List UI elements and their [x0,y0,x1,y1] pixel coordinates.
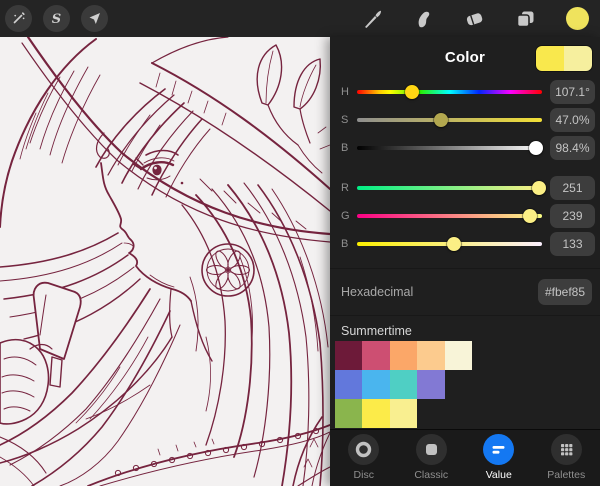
hsb-h-value[interactable]: 107.1° [550,80,595,104]
tab-label: Classic [414,469,448,481]
eraser-icon[interactable] [464,8,485,29]
rgb-r-label: R [341,182,351,194]
hsb-h-slider[interactable] [357,90,542,94]
palette-swatch[interactable] [417,370,444,399]
palette-swatch[interactable] [390,399,417,428]
palette-swatch[interactable] [335,341,362,370]
palette-row [335,341,595,370]
drawing-canvas[interactable] [0,37,330,486]
rgb-b-slider-thumb[interactable] [447,237,461,251]
canvas-artwork [0,37,330,486]
palette-row [335,399,595,428]
smudge-icon[interactable] [413,8,434,29]
current-color-half [564,46,592,71]
palette-swatch[interactable] [362,399,389,428]
tab-classic[interactable]: Classic [398,430,466,486]
brush-icon[interactable] [362,8,383,29]
hexadecimal-value[interactable]: #fbef85 [538,279,592,305]
palette-swatch[interactable] [417,341,444,370]
hsb-b-slider-row: B 98.4% [330,134,600,162]
hsb-b-slider[interactable] [357,146,542,150]
value-icon [483,434,514,465]
hsb-h-label: H [341,86,351,98]
tab-label: Value [486,469,512,481]
transform-arrow-icon [87,11,102,26]
selection-s-icon: S [49,11,64,26]
rgb-r-slider[interactable] [357,186,542,190]
tab-label: Disc [354,469,374,481]
hsb-s-value[interactable]: 47.0% [550,108,595,132]
rgb-b-label: B [341,238,351,250]
tab-disc[interactable]: Disc [330,430,398,486]
tab-label: Palettes [547,469,585,481]
transform-button[interactable] [81,5,108,32]
hsb-h-slider-row: H 107.1° [330,78,600,106]
palette-row [335,370,595,399]
tab-value[interactable]: Value [465,430,533,486]
rgb-b-slider[interactable] [357,242,542,246]
hsb-b-value[interactable]: 98.4% [550,136,595,160]
magic-wand-icon [11,11,26,26]
top-toolbar: S [0,0,600,38]
rgb-g-slider[interactable] [357,214,542,218]
palettes-icon [551,434,582,465]
selection-button[interactable]: S [43,5,70,32]
svg-text:S: S [52,12,61,26]
rgb-g-slider-row: G 239 [330,202,600,230]
procreate-app: S [0,0,600,486]
rgb-sliders: R 251 G 239 B 133 [330,174,600,258]
rgb-b-value[interactable]: 133 [550,232,595,256]
hsb-s-slider-thumb[interactable] [434,113,448,127]
palette-swatch[interactable] [335,370,362,399]
current-color-swatch[interactable] [536,46,592,71]
previous-color-half [536,46,564,71]
disc-icon [348,434,379,465]
hsb-h-slider-thumb[interactable] [405,85,419,99]
hexadecimal-row: Hexadecimal #fbef85 [330,268,600,316]
rgb-b-slider-row: B 133 [330,230,600,258]
tab-palettes[interactable]: Palettes [533,430,600,486]
adjustments-button[interactable] [5,5,32,32]
palette-swatch[interactable] [362,341,389,370]
rgb-g-slider-thumb[interactable] [523,209,537,223]
hsb-s-label: S [341,114,351,126]
hsb-b-slider-thumb[interactable] [529,141,543,155]
palette-swatch[interactable] [335,399,362,428]
color-panel: Color H 107.1° S 47.0% B 98.4% R 251 G 239 B 133 H… [330,37,600,486]
palette-swatch[interactable] [362,370,389,399]
palette-swatch[interactable] [390,341,417,370]
palette-name: Summertime [341,324,412,338]
palette-swatch[interactable] [445,341,472,370]
rgb-g-value[interactable]: 239 [550,204,595,228]
rgb-r-slider-row: R 251 [330,174,600,202]
hsb-b-label: B [341,142,351,154]
rgb-r-value[interactable]: 251 [550,176,595,200]
layers-icon[interactable] [515,8,536,29]
palette-swatch[interactable] [390,370,417,399]
active-color-swatch[interactable] [566,7,589,30]
rgb-r-slider-thumb[interactable] [532,181,546,195]
color-panel-header: Color [330,37,600,77]
color-mode-tabbar: Disc Classic Value Palettes [330,429,600,486]
palette-grid [335,341,595,428]
hsb-sliders: H 107.1° S 47.0% B 98.4% [330,78,600,162]
hexadecimal-label: Hexadecimal [341,285,413,299]
hsb-s-slider[interactable] [357,118,542,122]
hsb-s-slider-row: S 47.0% [330,106,600,134]
classic-icon [416,434,447,465]
rgb-g-label: G [341,210,351,222]
